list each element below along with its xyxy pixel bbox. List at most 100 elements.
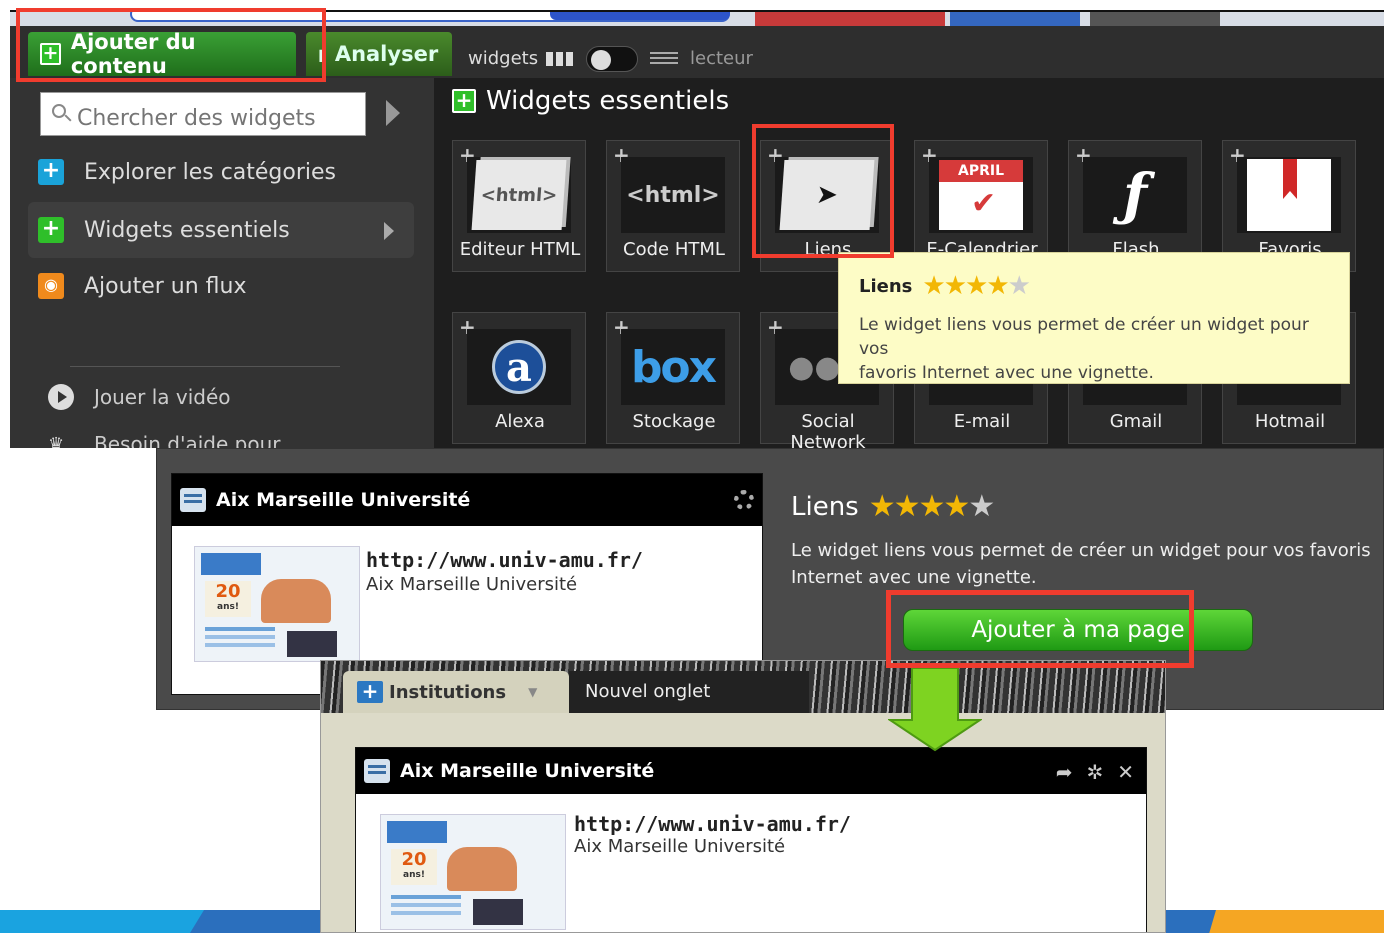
help-link[interactable]: ♛ Besoin d'aide pour <box>48 432 280 448</box>
thumb-small-text: ans! <box>403 870 425 880</box>
close-icon[interactable]: ✕ <box>1117 760 1134 784</box>
list-view-icon[interactable] <box>650 52 678 66</box>
decor-stripe-darkblue <box>190 910 330 933</box>
catalog-sidebar: + Explorer les catégories + Widgets esse… <box>10 78 434 448</box>
chevron-right-icon <box>384 222 394 240</box>
site-thumbnail[interactable]: 20 ans! <box>194 546 360 662</box>
detail-desc-line: Le widget liens vous permet de créer un … <box>791 540 1371 561</box>
gear-icon[interactable] <box>734 490 754 510</box>
mode-lecteur-label[interactable]: lecteur <box>690 48 753 69</box>
tooltip-desc-line: favoris Internet avec une vignette. <box>859 363 1154 383</box>
widget-detail-title-text: Liens <box>791 491 859 522</box>
page-tab-bar: + Institutions ▼ Nouvel onglet <box>321 661 1165 713</box>
widget-title: Aix Marseille Université <box>400 760 655 782</box>
tooltip-title-text: Liens <box>859 275 913 297</box>
widget-label: Social Network <box>790 411 866 448</box>
star-rating-icon: ★★★★★ <box>868 489 995 524</box>
browser-tab[interactable] <box>950 12 1080 26</box>
widget-label: Stockage <box>632 411 716 432</box>
sidebar-item-explorer[interactable]: + Explorer les catégories <box>28 144 414 200</box>
page-result-panel: + Institutions ▼ Nouvel onglet Aix Marse… <box>320 660 1166 933</box>
view-mode-toggle[interactable] <box>586 46 638 72</box>
widget-tile-stockage[interactable]: + box Stockage <box>606 312 740 444</box>
news-icon <box>364 759 390 783</box>
widget-detail-description: Le widget liens vous permet de créer un … <box>791 537 1371 591</box>
bookmark-icon <box>1237 157 1341 233</box>
widget-header: Aix Marseille Université <box>172 474 762 526</box>
sidebar-item-essentiels[interactable]: + Widgets essentiels <box>28 202 414 258</box>
thumb-small-text: ans! <box>217 602 239 612</box>
sidebar-item-label: Explorer les catégories <box>84 159 337 185</box>
tab-institutions[interactable]: + Institutions ▼ <box>343 671 569 713</box>
detail-desc-line: Internet avec une vignette. <box>791 567 1037 588</box>
widget-tile-html-code[interactable]: + <html> Code HTML <box>606 140 740 272</box>
widget-label: Editeur HTML <box>459 239 581 260</box>
widget-header: Aix Marseille Université ➦ ✲ ✕ <box>356 748 1146 794</box>
analyse-label: Analyser <box>334 42 439 66</box>
rss-icon: ◉ <box>38 273 64 299</box>
widget-tile-html-editor[interactable]: + <html> Editeur HTML <box>452 140 586 272</box>
widget-label: Code HTML <box>623 239 725 260</box>
search-submit-arrow-icon[interactable] <box>386 100 400 126</box>
box-icon: box <box>621 329 725 405</box>
thumb-big-text: 20 <box>401 849 427 870</box>
widget-detail-title: Liens ★★★★★ <box>791 489 995 524</box>
annotation-highlight-add-button <box>886 590 1194 668</box>
annotation-highlight-liens <box>752 124 894 258</box>
plus-icon: + <box>38 159 64 185</box>
play-icon <box>48 384 74 410</box>
play-video-link[interactable]: Jouer la vidéo <box>48 384 231 410</box>
mode-widgets-label[interactable]: widgets <box>468 48 538 69</box>
widget-label: E-mail <box>953 411 1011 432</box>
annotation-highlight-add-content <box>16 8 326 82</box>
share-icon[interactable]: ➦ <box>1056 760 1073 784</box>
widget-label: Hotmail <box>1254 411 1326 432</box>
site-thumbnail[interactable]: 20 ans! <box>380 814 566 930</box>
plus-icon: + <box>452 89 476 113</box>
crown-icon: ♛ <box>48 433 65 449</box>
section-title: + Widgets essentiels <box>452 86 729 116</box>
widget-header-actions: ➦ ✲ ✕ <box>1056 760 1134 784</box>
sidebar-divider <box>70 366 340 367</box>
link-name: Aix Marseille Université <box>366 574 578 595</box>
link-url[interactable]: http://www.univ-amu.fr/ <box>366 548 643 572</box>
sidebar-item-label: Ajouter un flux <box>84 273 247 299</box>
browser-tab[interactable] <box>1090 12 1220 26</box>
sidebar-item-label: Widgets essentiels <box>84 217 290 243</box>
help-label: Besoin d'aide pour <box>94 432 281 448</box>
search-icon <box>52 104 66 118</box>
widget-title: Aix Marseille Université <box>216 489 471 511</box>
section-title-text: Widgets essentiels <box>486 86 730 116</box>
sidebar-item-add-feed[interactable]: ◉ Ajouter un flux <box>28 258 414 314</box>
tooltip-title: Liens ★★★★★ <box>859 271 1329 301</box>
page-widget-card: Aix Marseille Université ➦ ✲ ✕ 20 ans! ht… <box>355 747 1147 932</box>
play-video-label: Jouer la vidéo <box>94 385 231 409</box>
tooltip-description: Le widget liens vous permet de créer un … <box>859 313 1329 385</box>
alexa-icon: a <box>467 329 571 405</box>
analyse-tab[interactable]: ▮ Analyser <box>306 32 452 76</box>
tab-new[interactable]: Nouvel onglet <box>569 671 809 713</box>
browser-tab[interactable] <box>755 12 945 26</box>
address-bar-button[interactable] <box>550 12 730 20</box>
widget-tooltip: Liens ★★★★★ Le widget liens vous permet … <box>838 252 1350 384</box>
calendar-icon: APRIL ✔ <box>929 157 1033 233</box>
calendar-month: APRIL <box>939 160 1023 182</box>
html-editor-icon: <html> <box>467 157 571 233</box>
widget-label: Gmail <box>1109 411 1163 432</box>
widget-search-input[interactable] <box>40 92 366 136</box>
chevron-down-icon[interactable]: ▼ <box>528 685 537 699</box>
tab-label: Institutions <box>389 681 507 703</box>
thumb-big-text: 20 <box>215 581 241 602</box>
flash-icon: ƒ <box>1083 157 1187 233</box>
plus-icon: + <box>38 217 64 243</box>
widget-label: Alexa <box>495 411 545 432</box>
plus-icon: + <box>357 681 383 703</box>
widget-tile-alexa[interactable]: + a Alexa <box>452 312 586 444</box>
news-icon <box>180 488 206 512</box>
grid-view-icon[interactable] <box>546 52 574 66</box>
link-name: Aix Marseille Université <box>574 836 786 857</box>
link-url[interactable]: http://www.univ-amu.fr/ <box>574 812 851 836</box>
html-code-icon: <html> <box>621 157 725 233</box>
gear-icon[interactable]: ✲ <box>1086 760 1103 784</box>
tooltip-desc-line: Le widget liens vous permet de créer un … <box>859 315 1309 359</box>
